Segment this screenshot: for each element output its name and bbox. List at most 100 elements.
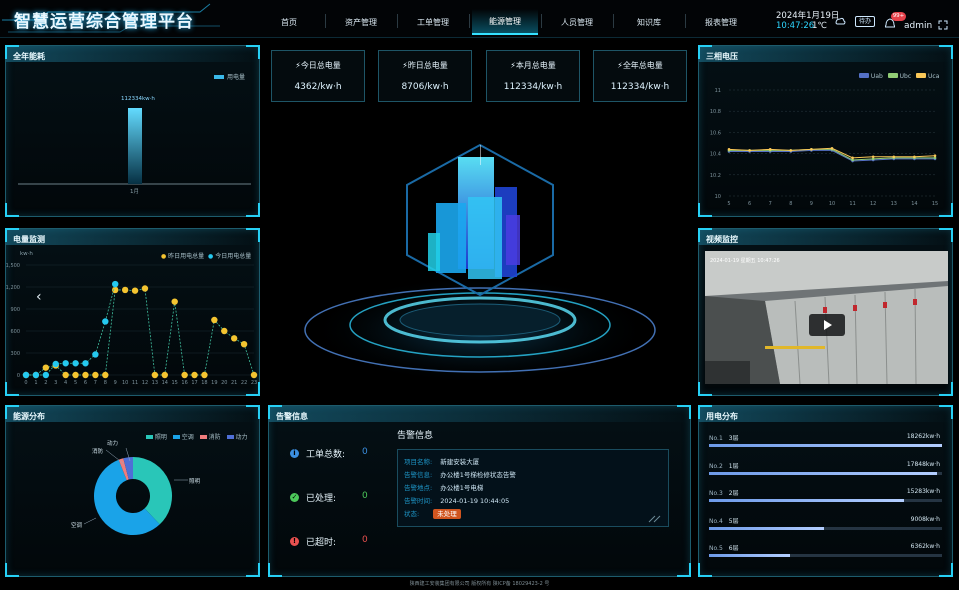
detail-key: 告警时间:	[404, 497, 433, 505]
data-point[interactable]	[112, 280, 119, 288]
y-tick: 1,200	[6, 285, 20, 291]
nav-item[interactable]: 能源管理	[472, 9, 538, 35]
data-point[interactable]	[181, 371, 188, 379]
data-point[interactable]	[151, 371, 159, 379]
x-tick: 1	[34, 380, 37, 386]
pie-slice[interactable]	[118, 458, 129, 481]
data-point[interactable]	[72, 371, 79, 379]
data-point[interactable]	[72, 360, 79, 367]
pie-slice[interactable]	[132, 457, 172, 525]
usage-value: 17848kw·h	[906, 460, 940, 468]
panel-corner	[698, 228, 712, 242]
chevron-left-icon[interactable]: ‹	[36, 289, 42, 305]
data-point[interactable]	[92, 371, 99, 379]
data-point[interactable]	[913, 155, 916, 159]
kpi-header: ⚡今日总电量	[272, 60, 364, 71]
data-point[interactable]	[191, 371, 198, 379]
usage-bar-fill	[709, 554, 791, 557]
data-point[interactable]	[810, 148, 813, 151]
data-point[interactable]	[82, 360, 89, 367]
panel-corner	[698, 45, 712, 59]
data-point[interactable]	[201, 371, 208, 379]
status-badge[interactable]: 未处理	[433, 509, 461, 519]
data-point[interactable]	[221, 327, 228, 335]
data-point[interactable]	[121, 286, 129, 294]
x-tick: 6	[748, 201, 751, 207]
nav-item[interactable]: 工单管理	[400, 9, 466, 35]
nav-item[interactable]: 报表管理	[688, 9, 754, 35]
data-point[interactable]	[62, 371, 69, 379]
data-point[interactable]	[851, 156, 854, 160]
alert-icon: !	[290, 537, 299, 546]
nav-separator	[613, 14, 614, 28]
data-point[interactable]	[112, 286, 119, 294]
pie-chart	[83, 447, 188, 535]
nav-item[interactable]: 首页	[256, 9, 322, 35]
x-tick: 15	[172, 380, 178, 386]
x-tick: 21	[231, 380, 237, 386]
play-icon	[824, 320, 832, 330]
data-point[interactable]	[42, 364, 50, 371]
data-point[interactable]	[250, 371, 258, 379]
x-tick: 20	[221, 380, 227, 386]
data-point[interactable]	[62, 360, 69, 367]
data-point[interactable]	[240, 341, 248, 348]
bar-value-label: 112334kw·h	[121, 96, 155, 102]
data-point[interactable]	[892, 155, 896, 159]
data-point[interactable]	[871, 155, 875, 159]
floor-label: 6层	[728, 545, 739, 552]
data-point[interactable]	[52, 360, 59, 368]
data-point[interactable]	[102, 371, 109, 379]
data-point[interactable]	[727, 148, 731, 151]
y-tick: 10.6	[710, 130, 721, 136]
play-button[interactable]	[809, 314, 845, 336]
data-point[interactable]	[102, 318, 109, 325]
nav-item[interactable]: 资产管理	[328, 9, 394, 35]
panel-corner	[939, 203, 953, 217]
usage-bar-fill	[709, 471, 937, 475]
x-tick: 14	[911, 201, 917, 207]
nav-separator	[541, 14, 542, 28]
data-point[interactable]	[42, 371, 50, 379]
data-point[interactable]	[32, 371, 40, 379]
pie-slice[interactable]	[123, 457, 134, 480]
nav-item[interactable]: 人员管理	[544, 9, 610, 35]
data-point[interactable]	[171, 298, 178, 305]
data-point[interactable]	[22, 371, 30, 379]
data-point[interactable]	[211, 316, 218, 324]
x-tick: 13	[152, 380, 158, 386]
fullscreen-icon[interactable]	[938, 20, 948, 30]
stat-value-timeout: 0	[362, 535, 368, 545]
user-name[interactable]: admin	[904, 21, 932, 31]
panel-voltage: 三相电压 Uab Ubc Uca 11 10.8 10.6 10.4 10.2 10 5 6 7…	[698, 45, 953, 217]
x-tick: 8	[104, 380, 107, 386]
usage-value: 15283kw·h	[906, 488, 940, 495]
data-point[interactable]	[92, 351, 99, 358]
panel-corner	[939, 563, 953, 577]
data-point[interactable]	[748, 149, 751, 152]
x-tick: 7	[769, 201, 772, 207]
data-point[interactable]	[230, 335, 238, 342]
x-tick: 7	[94, 380, 97, 386]
data-point[interactable]	[933, 154, 937, 158]
data-point[interactable]	[131, 287, 139, 294]
data-point[interactable]	[141, 285, 149, 292]
panel-alarm: 告警信息 i 工单总数: 0 ✓ 已处理: 0 ! 已超时: 0 告警信息 项目…	[268, 405, 691, 577]
x-tick: 16	[181, 380, 187, 386]
todo-button[interactable]: 待办	[855, 16, 875, 27]
kpi-card: ⚡昨日总电量 8706/kw·h	[378, 50, 472, 102]
data-point[interactable]	[789, 149, 793, 152]
y-tick: 10	[715, 194, 721, 200]
nav-item[interactable]: 知识库	[616, 9, 682, 35]
x-tick: 19	[211, 380, 217, 386]
data-point[interactable]	[82, 371, 89, 379]
usage-rank: No.4 5层	[709, 516, 739, 525]
x-tick: 14	[162, 380, 168, 386]
usage-bar-fill	[709, 444, 942, 447]
panel-corner	[939, 382, 953, 396]
data-point[interactable]	[768, 148, 772, 151]
data-point[interactable]	[830, 147, 834, 150]
detail-row: 项目名称: 新建安装大厦	[404, 456, 479, 466]
data-point[interactable]	[161, 371, 168, 379]
alarm-detail-title: 告警信息	[397, 431, 434, 441]
